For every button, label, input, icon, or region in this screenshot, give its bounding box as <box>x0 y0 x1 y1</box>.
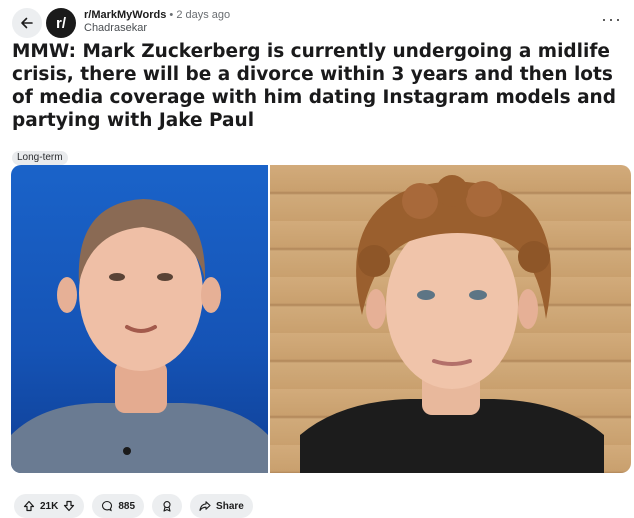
comment-bubble-icon <box>102 500 113 512</box>
subreddit-link[interactable]: r/MarkMyWords <box>84 9 166 21</box>
share-arrow-icon <box>199 501 211 511</box>
comments-button[interactable]: 885 <box>92 494 145 518</box>
post-time: 2 days ago <box>176 9 231 21</box>
post-title: MMW: Mark Zuckerberg is currently underg… <box>12 41 616 131</box>
post-header: r/ r/MarkMyWords • 2 days ago Chadraseka… <box>12 6 626 40</box>
person-illustration-left <box>11 199 268 473</box>
photo-left <box>11 165 268 473</box>
post-meta: r/MarkMyWords • 2 days ago Chadrasekar <box>84 9 230 35</box>
award-button[interactable] <box>152 494 183 518</box>
post-image[interactable] <box>11 165 631 473</box>
vote-count: 21K <box>40 500 59 512</box>
more-options-button[interactable]: ··· <box>601 10 622 28</box>
subreddit-avatar[interactable]: r/ <box>46 8 76 38</box>
back-button[interactable] <box>12 8 42 38</box>
meta-separator: • <box>169 9 174 21</box>
photo-right <box>270 165 631 473</box>
comment-count: 885 <box>118 500 136 512</box>
downvote-arrow-icon[interactable] <box>63 500 75 512</box>
more-horizontal-icon: ··· <box>601 9 622 29</box>
person-illustration-right <box>300 175 604 473</box>
arrow-left-icon <box>21 17 33 29</box>
post-flair[interactable]: Long-term <box>12 151 68 165</box>
share-label: Share <box>216 500 244 512</box>
post-actions: 21K 885 Share <box>14 494 253 518</box>
author-link[interactable]: Chadrasekar <box>84 22 230 35</box>
share-button[interactable]: Share <box>190 494 253 518</box>
award-icon <box>163 501 171 512</box>
vote-pill: 21K <box>14 494 85 518</box>
upvote-arrow-icon[interactable] <box>23 500 35 512</box>
